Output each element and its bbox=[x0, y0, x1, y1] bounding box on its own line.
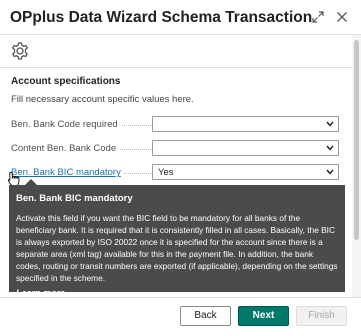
section-title: Account specifications bbox=[11, 76, 121, 87]
close-icon bbox=[337, 12, 347, 22]
expand-button[interactable] bbox=[309, 8, 327, 26]
ben-bank-code-required-select[interactable] bbox=[152, 116, 339, 132]
toolbar-separator bbox=[0, 67, 361, 68]
tooltip-title: Ben. Bank BIC mandatory bbox=[16, 193, 133, 204]
field-label: Ben. Bank Code required bbox=[11, 119, 121, 130]
footer-separator bbox=[0, 297, 361, 298]
field-tooltip: Ben. Bank BIC mandatory Activate this fi… bbox=[9, 179, 345, 298]
scrollbar-thumb[interactable] bbox=[354, 40, 359, 240]
expand-icon bbox=[312, 11, 324, 23]
finish-button[interactable]: Finish bbox=[296, 306, 347, 326]
field-label[interactable]: Ben. Bank BIC mandatory bbox=[11, 167, 124, 178]
field-ben-bank-code-required: Ben. Bank Code required bbox=[11, 116, 339, 132]
wizard-dialog: OPplus Data Wizard Schema Transaction Ac… bbox=[0, 0, 361, 336]
back-button[interactable]: Back bbox=[180, 306, 231, 326]
chevron-down-icon bbox=[326, 169, 334, 175]
field-ben-bank-bic-mandatory: Ben. Bank BIC mandatory Yes bbox=[11, 164, 339, 180]
title-separator bbox=[0, 34, 361, 35]
tooltip-arrow bbox=[25, 179, 37, 185]
select-value: Yes bbox=[158, 167, 174, 178]
field-content-ben-bank-code: Content Ben. Bank Code bbox=[11, 140, 339, 156]
tooltip-body: Activate this field if you want the BIC … bbox=[16, 213, 338, 283]
dialog-title: OPplus Data Wizard Schema Transaction bbox=[10, 9, 313, 26]
close-button[interactable] bbox=[333, 8, 351, 26]
gear-icon[interactable] bbox=[10, 41, 30, 61]
chevron-down-icon bbox=[326, 145, 334, 151]
content-ben-bank-code-select[interactable] bbox=[152, 140, 339, 156]
section-subtitle: Fill necessary account specific values h… bbox=[11, 94, 194, 105]
field-label: Content Ben. Bank Code bbox=[11, 143, 120, 154]
ben-bank-bic-mandatory-select[interactable]: Yes bbox=[152, 164, 339, 180]
chevron-down-icon bbox=[326, 121, 334, 127]
next-button[interactable]: Next bbox=[238, 306, 289, 326]
